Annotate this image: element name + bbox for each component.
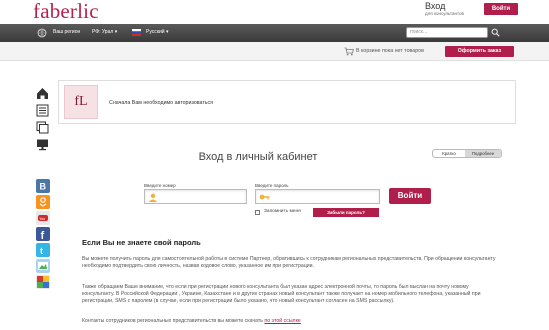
svg-text:You: You — [39, 217, 45, 221]
language-select[interactable]: Русский ▾ — [146, 29, 168, 35]
cart-icon — [344, 47, 354, 56]
globe-icon — [37, 28, 47, 38]
odnoklassniki-icon[interactable] — [36, 195, 50, 209]
view-toggle: Кратко Подробнее — [432, 149, 502, 158]
password-label: Введите пароль — [255, 183, 289, 188]
cart-status: В корзине пока нет товаров — [356, 48, 424, 54]
user-icon — [148, 193, 158, 202]
search-icon[interactable] — [491, 28, 500, 37]
region-select[interactable]: РФ: Урал ▾ — [92, 29, 117, 35]
svg-text:f: f — [41, 230, 45, 241]
remember-checkbox[interactable] — [255, 210, 260, 215]
youtube-icon[interactable]: You — [36, 211, 50, 225]
list-icon[interactable] — [35, 103, 50, 118]
help-paragraph-3: Контакты сотрудников региональных предст… — [82, 318, 502, 325]
forgot-password-button[interactable]: Забыли пароль? — [313, 208, 379, 217]
region-value: РФ: Урал — [92, 29, 114, 35]
language-value: Русский — [146, 29, 165, 35]
faberlic-badge: fL — [64, 85, 98, 119]
side-toolbar — [35, 86, 52, 154]
cart-bar: В корзине пока нет товаров Оформить зака… — [0, 42, 549, 61]
faberlic-logo[interactable]: faberlic — [33, 0, 99, 24]
help-title: Если Вы не знаете свой пароль — [82, 238, 201, 247]
chevron-down-icon: ▾ — [114, 29, 118, 35]
top-header: faberlic Вход для консультантов Войти — [0, 0, 549, 24]
submit-login-button[interactable]: Войти — [389, 188, 431, 204]
pages-icon[interactable] — [35, 120, 50, 135]
login-title: Вход — [425, 1, 446, 11]
toggle-brief[interactable]: Кратко — [433, 150, 465, 157]
russia-flag-icon — [132, 29, 141, 36]
checkout-button[interactable]: Оформить заказ — [445, 46, 514, 57]
facebook-icon[interactable]: f — [36, 227, 50, 241]
vkontakte-icon[interactable]: B — [36, 179, 50, 193]
key-icon — [259, 194, 270, 200]
chevron-down-icon: ▾ — [165, 29, 169, 35]
svg-text:t: t — [40, 246, 43, 256]
help-paragraph-1: Вы можете получить пароль для самостояте… — [82, 256, 496, 269]
password-field[interactable] — [255, 189, 380, 204]
login-label: Введите номер — [144, 183, 176, 188]
notice-message: Сначала Вам необходимо авторизоваться — [109, 100, 214, 106]
region-label: Ваш регион — [53, 29, 81, 35]
remember-label: Запомнить меня — [264, 209, 301, 214]
picture-icon[interactable] — [36, 259, 50, 273]
login-subtitle: для консультантов — [425, 11, 464, 16]
help-paragraph-2: Также обращаем Ваше внимание, что если п… — [82, 284, 481, 304]
social-icons: B You f t — [36, 179, 51, 289]
login-field[interactable] — [144, 189, 247, 204]
contacts-download-link[interactable]: по этой ссылке — [264, 318, 300, 324]
page-title: Вход в личный кабинет — [198, 151, 318, 163]
login-block: Вход для консультантов — [425, 1, 464, 16]
home-icon[interactable] — [35, 86, 50, 101]
search-input[interactable]: поиск... — [406, 27, 488, 38]
svg-text:B: B — [40, 182, 47, 192]
header-login-button[interactable]: Войти — [484, 3, 518, 15]
flickr-icon[interactable] — [36, 275, 50, 289]
nav-bar: Ваш регион РФ: Урал ▾ Русский ▾ поиск... — [0, 24, 549, 42]
twitter-icon[interactable]: t — [36, 243, 50, 257]
auth-notice: fL Сначала Вам необходимо авторизоваться — [58, 80, 516, 124]
toggle-detailed[interactable]: Подробнее — [465, 150, 501, 157]
monitor-icon[interactable] — [35, 137, 50, 152]
contacts-text: Контакты сотрудников региональных предст… — [82, 318, 263, 324]
